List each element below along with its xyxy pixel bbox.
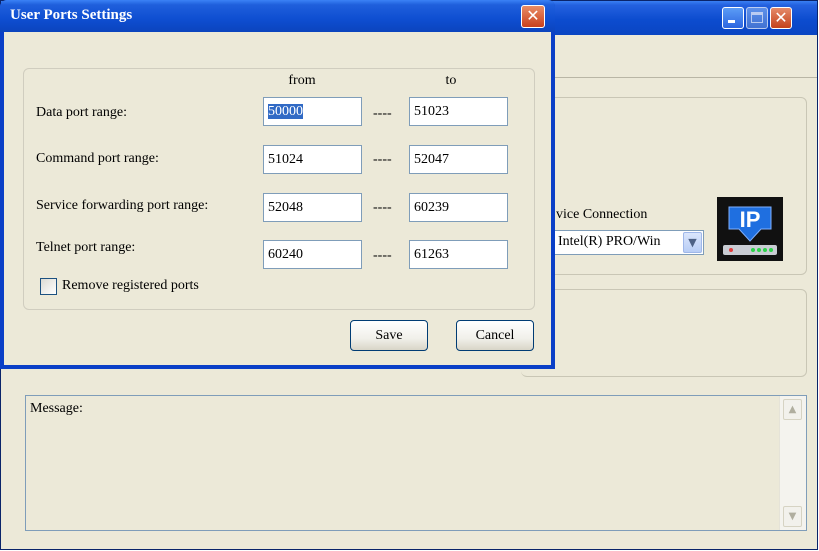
dropdown-button[interactable]: ▼ xyxy=(683,232,702,253)
dialog-close-button[interactable]: ✕ xyxy=(521,5,545,28)
status-group xyxy=(521,289,807,377)
range-separator: ---- xyxy=(373,106,392,121)
dialog-body: from to Data port range: 50000 ---- 5102… xyxy=(4,32,551,365)
data-port-from-value: 50000 xyxy=(268,104,303,119)
chevron-down-icon: ▼ xyxy=(688,236,697,249)
chevron-down-icon: ▼ xyxy=(788,511,797,522)
minimize-icon xyxy=(728,20,735,23)
ip-logo: IP xyxy=(717,197,783,261)
telnet-port-to-input[interactable]: 61263 xyxy=(409,240,508,269)
message-label: Message: xyxy=(30,401,83,416)
maximize-icon xyxy=(751,12,763,23)
service-forwarding-from-input[interactable]: 52048 xyxy=(263,193,362,222)
to-column-header: to xyxy=(445,73,457,88)
ip-logo-graphic: IP xyxy=(717,197,783,261)
cancel-button[interactable]: Cancel xyxy=(456,320,534,351)
network-adapter-value: Intel(R) PRO/Win xyxy=(558,234,661,249)
command-port-to-input[interactable]: 52047 xyxy=(409,145,508,174)
range-separator: ---- xyxy=(373,200,392,215)
from-column-header: from xyxy=(288,73,316,88)
network-adapter-select[interactable]: Intel(R) PRO/Win ▼ xyxy=(554,230,704,255)
service-forwarding-to-value: 60239 xyxy=(414,200,449,215)
telnet-port-from-input[interactable]: 60240 xyxy=(263,240,362,269)
message-scrollbar[interactable]: ▲ ▼ xyxy=(779,396,806,530)
telnet-port-to-value: 61263 xyxy=(414,247,449,262)
close-button[interactable]: ✕ xyxy=(770,7,792,29)
remove-registered-ports-label[interactable]: Remove registered ports xyxy=(62,278,199,294)
scroll-down-button[interactable]: ▼ xyxy=(783,506,802,527)
save-button[interactable]: Save xyxy=(350,320,428,351)
command-port-range-label: Command port range: xyxy=(36,151,159,166)
service-connection-label: vice Connection xyxy=(556,207,648,222)
data-port-range-label: Data port range: xyxy=(36,105,127,120)
dialog-titlebar[interactable]: User Ports Settings ✕ xyxy=(0,0,555,32)
range-separator: ---- xyxy=(373,248,392,263)
remove-registered-ports-checkbox[interactable] xyxy=(40,278,57,295)
service-forwarding-to-input[interactable]: 60239 xyxy=(409,193,508,222)
close-icon: ✕ xyxy=(774,8,788,27)
ip-logo-text: IP xyxy=(740,207,761,232)
data-port-to-input[interactable]: 51023 xyxy=(409,97,508,126)
command-port-from-input[interactable]: 51024 xyxy=(263,145,362,174)
scroll-up-button[interactable]: ▲ xyxy=(783,399,802,420)
message-box[interactable]: Message: ▲ ▼ xyxy=(25,395,807,531)
telnet-port-range-label: Telnet port range: xyxy=(36,240,136,255)
command-port-from-value: 51024 xyxy=(268,152,303,167)
maximize-button xyxy=(746,7,768,29)
service-forwarding-port-range-label: Service forwarding port range: xyxy=(36,198,209,213)
minimize-button[interactable] xyxy=(722,7,744,29)
dialog-title: User Ports Settings xyxy=(10,7,133,23)
user-ports-dialog: User Ports Settings ✕ from to Data port … xyxy=(0,0,555,369)
range-separator: ---- xyxy=(373,152,392,167)
data-port-to-value: 51023 xyxy=(414,104,449,119)
chevron-up-icon: ▲ xyxy=(788,404,797,415)
data-port-from-input[interactable]: 50000 xyxy=(263,97,362,126)
close-icon: ✕ xyxy=(526,6,540,25)
telnet-port-from-value: 60240 xyxy=(268,247,303,262)
command-port-to-value: 52047 xyxy=(414,152,449,167)
service-forwarding-from-value: 52048 xyxy=(268,200,303,215)
